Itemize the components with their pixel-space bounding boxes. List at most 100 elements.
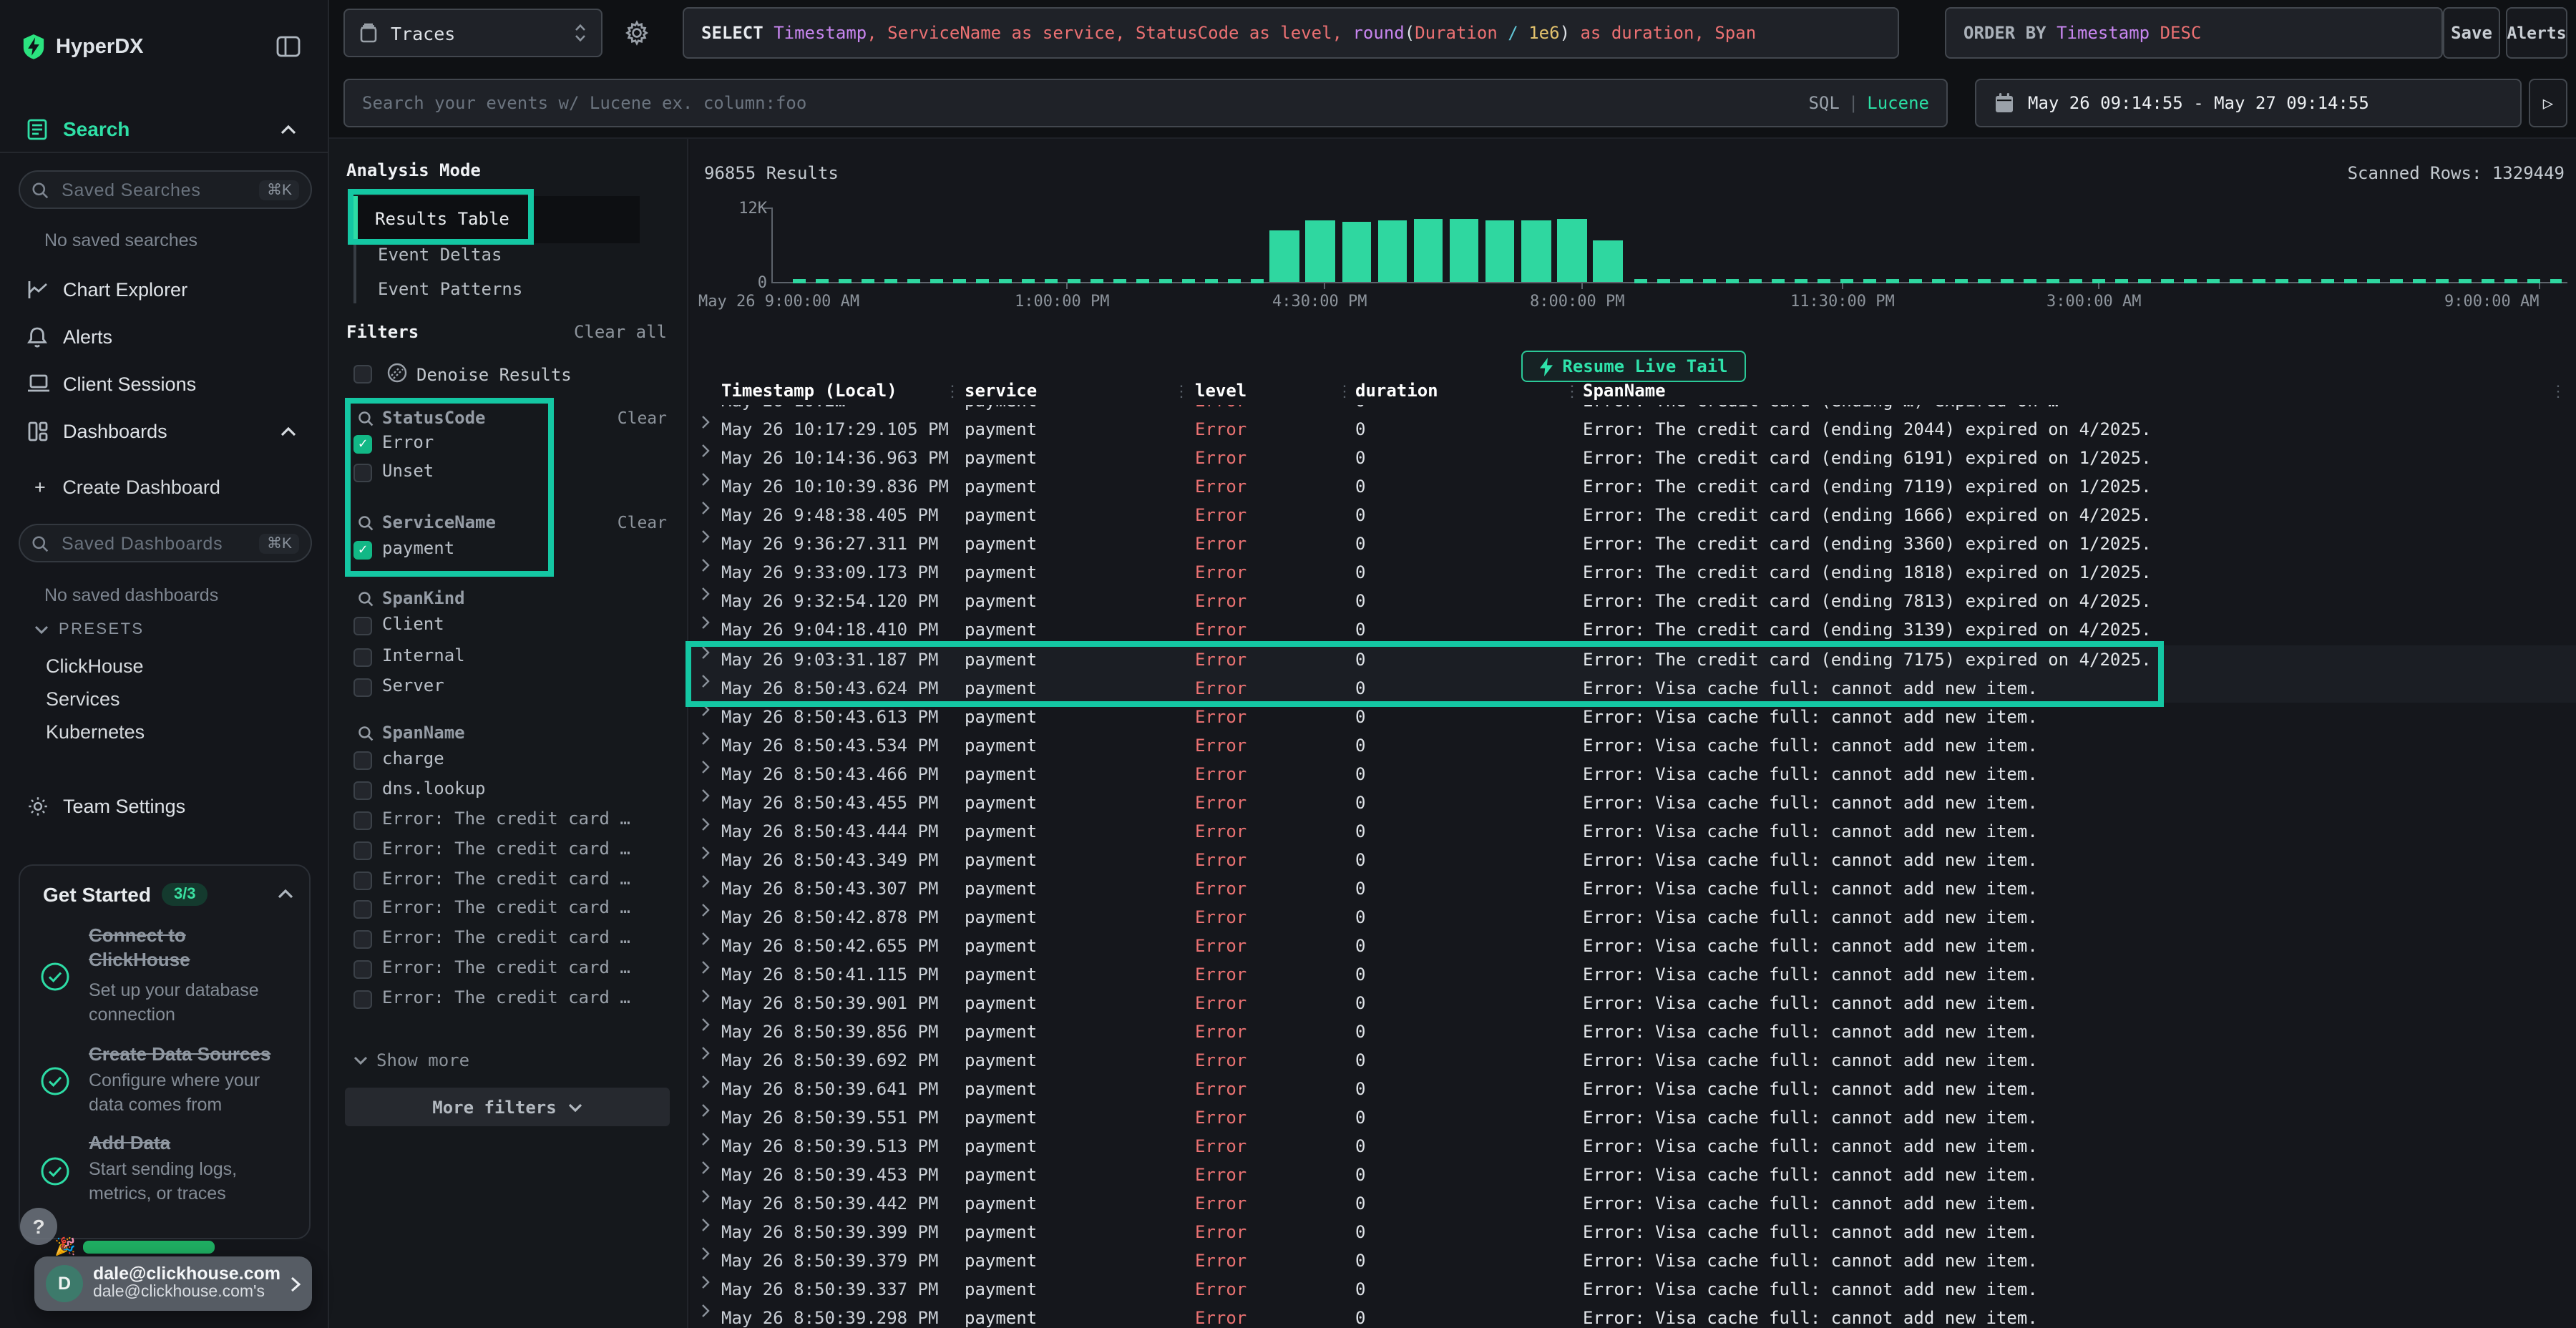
- table-row[interactable]: May 26 8:50:43.466 PMpaymentError0Error:…: [690, 759, 2576, 788]
- alerts-button[interactable]: Alerts: [2506, 7, 2567, 59]
- table-row[interactable]: May 26 10:14:36.963 PMpaymentError0Error…: [690, 444, 2576, 472]
- filter-checkbox[interactable]: [353, 678, 372, 697]
- sidebar-item-kubernetes[interactable]: Kubernetes: [46, 721, 145, 743]
- filter-checkbox[interactable]: [353, 841, 372, 859]
- filter-checkbox[interactable]: [353, 960, 372, 979]
- saved-dashboards-field[interactable]: [59, 532, 260, 555]
- histogram-bar[interactable]: [1413, 220, 1443, 283]
- histogram-bar[interactable]: [1450, 220, 1479, 283]
- histogram-bar[interactable]: [1377, 220, 1407, 283]
- get-started-item-title[interactable]: Add Data: [89, 1132, 289, 1156]
- filter-checkbox[interactable]: [353, 751, 372, 770]
- table-row[interactable]: May 26 8:50:41.115 PMpaymentError0Error:…: [690, 960, 2576, 989]
- filter-checkbox[interactable]: [353, 781, 372, 800]
- col-header-duration[interactable]: duration: [1355, 381, 1438, 401]
- sidebar-item-dashboards[interactable]: Dashboards: [0, 414, 329, 448]
- event-search-input[interactable]: Search your events w/ Lucene ex. column:…: [343, 79, 1948, 127]
- table-row[interactable]: May 26 10:2…paymentError0Error: The cred…: [690, 405, 2576, 415]
- presets-section-toggle[interactable]: PRESETS: [34, 621, 145, 638]
- table-row[interactable]: May 26 8:50:39.856 PMpaymentError0Error:…: [690, 1017, 2576, 1046]
- table-row[interactable]: May 26 8:50:43.534 PMpaymentError0Error:…: [690, 731, 2576, 759]
- filter-item-label[interactable]: charge: [382, 748, 444, 768]
- filter-item-label[interactable]: Unset: [382, 460, 434, 480]
- table-row[interactable]: May 26 8:50:42.655 PMpaymentError0Error:…: [690, 932, 2576, 960]
- saved-searches-input[interactable]: ⌘K: [19, 170, 312, 209]
- filter-checkbox[interactable]: [353, 811, 372, 829]
- help-button[interactable]: ?: [20, 1208, 57, 1245]
- mode-toggle-lucene[interactable]: Lucene: [1867, 93, 1929, 113]
- table-row[interactable]: May 26 8:50:43.444 PMpaymentError0Error:…: [690, 817, 2576, 846]
- col-header-timestamp[interactable]: Timestamp (Local): [721, 381, 897, 401]
- save-button[interactable]: Save: [2443, 7, 2500, 59]
- filter-group-clear-link[interactable]: Clear: [618, 408, 667, 428]
- filter-item-label[interactable]: Internal: [382, 645, 465, 665]
- column-resize-handle[interactable]: ⋮: [2550, 382, 2566, 401]
- table-row[interactable]: May 26 8:50:39.379 PMpaymentError0Error:…: [690, 1247, 2576, 1276]
- sidebar-item-services[interactable]: Services: [46, 688, 120, 710]
- resume-live-tail-button[interactable]: Resume Live Tail: [1521, 351, 1746, 382]
- col-header-service[interactable]: service: [965, 381, 1037, 401]
- histogram-bar[interactable]: [1557, 220, 1586, 283]
- table-row[interactable]: May 26 8:50:39.442 PMpaymentError0Error:…: [690, 1190, 2576, 1219]
- histogram-bar[interactable]: [1521, 220, 1551, 283]
- col-header-spanname[interactable]: SpanName: [1583, 381, 1666, 401]
- table-row[interactable]: May 26 9:48:38.405 PMpaymentError0Error:…: [690, 502, 2576, 530]
- saved-searches-field[interactable]: [59, 178, 260, 201]
- filter-item-label[interactable]: Error: The credit card …: [382, 808, 630, 828]
- chevron-up-icon[interactable]: [278, 889, 293, 899]
- denoise-label[interactable]: Denoise Results: [416, 365, 572, 385]
- clear-all-link[interactable]: Clear all: [574, 322, 667, 342]
- more-filters-button[interactable]: More filters: [345, 1088, 670, 1126]
- column-resize-handle[interactable]: ⋮: [1564, 382, 1580, 401]
- analysis-mode-item-results-table[interactable]: Results Table: [353, 196, 640, 243]
- table-row[interactable]: May 26 10:10:39.836 PMpaymentError0Error…: [690, 473, 2576, 502]
- sidebar-item-chart-explorer[interactable]: Chart Explorer: [0, 272, 329, 306]
- get-started-item-title[interactable]: Create Data Sources: [89, 1043, 289, 1067]
- filter-group-header-servicename[interactable]: ServiceName: [358, 512, 496, 532]
- table-row[interactable]: May 26 9:33:09.173 PMpaymentError0Error:…: [690, 559, 2576, 587]
- table-row[interactable]: May 26 8:50:39.337 PMpaymentError0Error:…: [690, 1276, 2576, 1304]
- filter-checkbox[interactable]: ✓: [353, 435, 372, 454]
- histogram-bar[interactable]: [1342, 221, 1371, 283]
- mode-toggle-sql[interactable]: SQL: [1808, 93, 1839, 113]
- filter-item-label[interactable]: Error: The credit card …: [382, 987, 630, 1007]
- show-more-link[interactable]: Show more: [353, 1050, 469, 1070]
- table-row[interactable]: May 26 8:50:42.878 PMpaymentError0Error:…: [690, 903, 2576, 932]
- sidebar-item-search[interactable]: Search: [0, 112, 329, 146]
- saved-dashboards-input[interactable]: ⌘K: [19, 524, 312, 562]
- analysis-mode-item-event-patterns[interactable]: Event Patterns: [356, 275, 643, 303]
- order-by-editor[interactable]: ORDER BY Timestamp DESC: [1945, 7, 2443, 59]
- table-row[interactable]: May 26 8:50:39.901 PMpaymentError0Error:…: [690, 989, 2576, 1017]
- table-row[interactable]: May 26 9:36:27.311 PMpaymentError0Error:…: [690, 530, 2576, 559]
- filter-group-clear-link[interactable]: Clear: [618, 512, 667, 532]
- date-range-picker[interactable]: May 26 09:14:55 - May 27 09:14:55: [1975, 79, 2522, 127]
- filter-checkbox[interactable]: [353, 901, 372, 919]
- table-row[interactable]: May 26 8:50:39.692 PMpaymentError0Error:…: [690, 1046, 2576, 1075]
- collapse-sidebar-icon[interactable]: [276, 36, 301, 57]
- filter-item-label[interactable]: Error: The credit card …: [382, 868, 630, 888]
- get-started-item-title[interactable]: Connect to ClickHouse: [89, 924, 289, 972]
- filter-checkbox[interactable]: [353, 463, 372, 482]
- col-header-level[interactable]: level: [1195, 381, 1246, 401]
- table-row[interactable]: May 26 9:32:54.120 PMpaymentError0Error:…: [690, 587, 2576, 616]
- user-profile-menu[interactable]: D dale@clickhouse.com dale@clickhouse.co…: [34, 1256, 312, 1311]
- filter-checkbox[interactable]: [353, 617, 372, 636]
- filter-group-header-spanname[interactable]: SpanName: [358, 723, 465, 743]
- filter-checkbox[interactable]: ✓: [353, 540, 372, 559]
- filter-item-label[interactable]: Error: The credit card …: [382, 898, 630, 918]
- source-settings-gear-icon[interactable]: [624, 20, 650, 46]
- table-row[interactable]: May 26 8:50:39.641 PMpaymentError0Error:…: [690, 1075, 2576, 1103]
- sidebar-item-clickhouse[interactable]: ClickHouse: [46, 655, 144, 677]
- table-row[interactable]: May 26 8:50:43.613 PMpaymentError0Error:…: [690, 702, 2576, 731]
- histogram-bar[interactable]: [1593, 241, 1622, 283]
- filter-group-header-spankind[interactable]: SpanKind: [358, 588, 465, 608]
- table-row[interactable]: May 26 8:50:39.513 PMpaymentError0Error:…: [690, 1132, 2576, 1161]
- denoise-checkbox[interactable]: [353, 365, 372, 384]
- table-row[interactable]: May 26 9:04:18.410 PMpaymentError0Error:…: [690, 616, 2576, 645]
- filter-checkbox[interactable]: [353, 990, 372, 1009]
- sql-select-editor[interactable]: SELECT Timestamp, ServiceName as service…: [683, 7, 1899, 59]
- filter-checkbox[interactable]: [353, 871, 372, 889]
- table-row[interactable]: May 26 8:50:39.298 PMpaymentError0Error:…: [690, 1304, 2576, 1328]
- filter-group-header-statuscode[interactable]: StatusCode: [358, 408, 486, 428]
- filter-item-label[interactable]: Error: The credit card …: [382, 838, 630, 858]
